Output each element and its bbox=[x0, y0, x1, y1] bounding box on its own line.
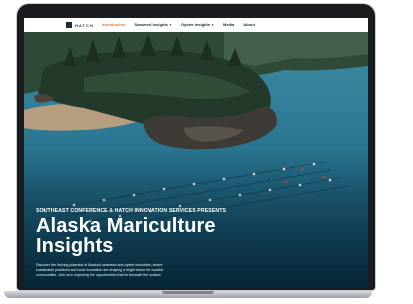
hero-title: Alaska Mariculture Insights bbox=[36, 216, 276, 256]
top-navbar: HATCH Introduction Seaweed Insights▼ Oys… bbox=[24, 18, 368, 32]
hero-section: SOUTHEAST CONFERENCE & HATCH INNOVATION … bbox=[24, 32, 368, 288]
nav-item-label: About bbox=[243, 22, 255, 27]
hero-text-block: SOUTHEAST CONFERENCE & HATCH INNOVATION … bbox=[36, 208, 276, 278]
nav-item-about[interactable]: About bbox=[243, 22, 255, 27]
brand-logo[interactable]: HATCH bbox=[66, 22, 94, 28]
nav-item-media[interactable]: Media bbox=[223, 22, 234, 27]
laptop-base bbox=[4, 291, 372, 298]
nav-item-introduction[interactable]: Introduction bbox=[102, 22, 125, 27]
nav-menu: Introduction Seaweed Insights▼ Oyster In… bbox=[102, 22, 255, 27]
logo-icon bbox=[66, 22, 72, 28]
laptop-frame: HATCH Introduction Seaweed Insights▼ Oys… bbox=[17, 4, 375, 294]
nav-item-oyster-insights[interactable]: Oyster Insights▼ bbox=[181, 22, 214, 27]
laptop-bezel: HATCH Introduction Seaweed Insights▼ Oys… bbox=[17, 4, 375, 290]
nav-item-label: Introduction bbox=[102, 22, 126, 27]
hero-title-line-1: Alaska Mariculture bbox=[36, 215, 216, 237]
chevron-down-icon: ▼ bbox=[211, 23, 214, 27]
nav-item-seaweed-insights[interactable]: Seaweed Insights▼ bbox=[134, 22, 172, 27]
logo-text: HATCH bbox=[75, 22, 94, 28]
browser-viewport: HATCH Introduction Seaweed Insights▼ Oys… bbox=[24, 18, 368, 288]
nav-item-label: Oyster Insights bbox=[180, 22, 211, 27]
hero-title-line-2: Insights bbox=[36, 235, 114, 257]
hero-kicker: SOUTHEAST CONFERENCE & HATCH INNOVATION … bbox=[36, 208, 227, 214]
nav-item-label: Seaweed Insights bbox=[134, 22, 168, 27]
nav-item-label: Media bbox=[223, 22, 235, 27]
chevron-down-icon: ▼ bbox=[168, 23, 172, 27]
hero-description: Discover the thriving potential of Alask… bbox=[36, 263, 163, 277]
laptop-base-notch bbox=[162, 291, 214, 294]
